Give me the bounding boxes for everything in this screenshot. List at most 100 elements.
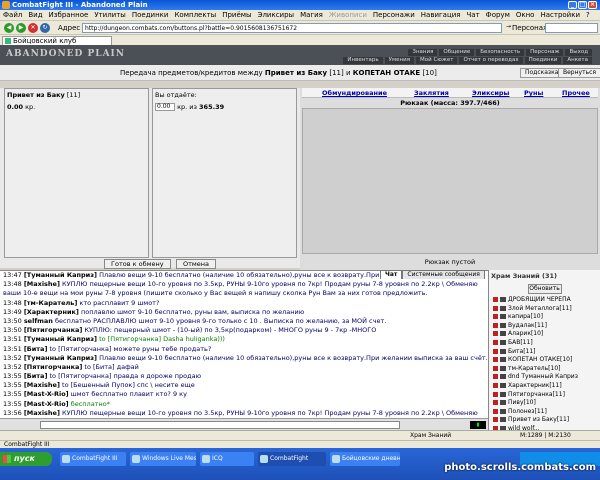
minimize-button[interactable]: _ <box>568 1 577 9</box>
go-button[interactable]: → <box>506 23 511 30</box>
menu-item[interactable]: Эликсиры <box>255 11 298 19</box>
maximize-button[interactable]: □ <box>578 1 587 9</box>
category-tab[interactable]: Прочее <box>562 89 590 97</box>
menu-item[interactable]: Форум <box>483 11 513 19</box>
user-item[interactable]: Полонез[11] <box>489 408 600 417</box>
menu-item[interactable]: Окно <box>513 11 538 19</box>
menu-item[interactable]: Вид <box>25 11 45 19</box>
game-menu-item[interactable]: Отчет о переводах <box>459 57 523 64</box>
chat-author[interactable]: [Maxishe] <box>24 409 60 417</box>
player2-name[interactable]: КОПЕТАН ОТАКЕ <box>353 69 420 77</box>
player1-name[interactable]: Привет из Баку <box>265 69 327 77</box>
menu-item[interactable]: Файл <box>0 11 25 19</box>
game-menu-item[interactable]: Поединки <box>524 57 562 64</box>
chat-author[interactable]: [Пятигорчанка] <box>24 326 83 334</box>
user-item[interactable]: dnd Туманный Каприз <box>489 373 600 382</box>
menu-item[interactable]: Комплекты <box>171 11 219 19</box>
user-item[interactable]: Вудалак[11] <box>489 322 600 331</box>
clan-icon <box>493 391 498 397</box>
chat-author[interactable]: [Maxishe] <box>24 280 60 288</box>
menu-item[interactable]: Утилиты <box>91 11 129 19</box>
refresh-users-button[interactable]: Обновить <box>527 284 562 294</box>
chat-author[interactable]: [Maxishe] <box>24 381 60 389</box>
user-item[interactable]: тм-Каратель[10] <box>489 365 600 374</box>
chat-author[interactable]: selfman <box>24 317 53 325</box>
chat-author[interactable]: [Характерник] <box>24 308 79 316</box>
user-item[interactable]: БАВ[11] <box>489 339 600 348</box>
money-input[interactable]: 0.00 <box>155 103 175 111</box>
category-tab[interactable]: Заклятия <box>414 89 449 97</box>
taskbar-task[interactable]: ICQ <box>200 452 254 466</box>
taskbar-task[interactable]: Бойцовские дневни... <box>330 452 400 466</box>
ready-button[interactable]: Готов к обмену <box>104 259 171 269</box>
menu-item[interactable]: Персонажи <box>370 11 418 19</box>
search-input[interactable] <box>545 23 598 33</box>
chat-author[interactable]: [Mast-X-Rio] <box>24 390 69 398</box>
user-name: КОПЕТАН ОТАКЕ[10] <box>508 356 573 364</box>
menu-item[interactable]: Живописи <box>326 11 370 19</box>
close-button[interactable]: × <box>588 1 597 9</box>
user-item[interactable]: Пиву[10] <box>489 399 600 408</box>
category-tab[interactable]: Эликсиры <box>472 89 509 97</box>
user-name: капира[10] <box>508 313 543 321</box>
menu-item[interactable]: Чат <box>464 11 483 19</box>
menu-item[interactable]: Магия <box>297 11 326 19</box>
back-icon[interactable]: ◀ <box>4 23 14 33</box>
chat-log[interactable]: 13:47 [Туманный Каприз] Плавлю вещи 9-10… <box>0 270 488 418</box>
chat-author[interactable]: [Туманный Каприз] <box>24 271 97 279</box>
chat-message: Плавлю вещи 9-10 бесплатно (наличие 10 о… <box>99 353 488 362</box>
menu-bar: Файл Вид Избранное Утилиты Поединки Комплекты… <box>0 10 600 20</box>
chat-time: 13:56 <box>3 408 22 417</box>
menu-item[interactable]: Приёмы <box>219 11 254 19</box>
stop-icon[interactable]: ✕ <box>28 23 38 33</box>
address-input[interactable] <box>82 23 502 33</box>
chat-author[interactable]: [Пятигорчанка] <box>24 363 83 371</box>
chat-author[interactable]: [Бита] <box>24 345 48 353</box>
clan-icon <box>493 400 498 406</box>
forward-icon[interactable]: ▶ <box>16 23 26 33</box>
refresh-icon[interactable]: ↻ <box>40 23 50 33</box>
category-tab[interactable]: Руны <box>524 89 543 97</box>
ie-window-tab[interactable]: CombatFight III <box>4 441 49 448</box>
start-button[interactable]: пуск <box>0 452 52 466</box>
menu-item[interactable]: ? <box>583 11 593 19</box>
chat-author[interactable]: [Туманный Каприз] <box>24 354 97 362</box>
taskbar-task[interactable]: Windows Live Messen... <box>130 452 196 466</box>
hint-button[interactable]: Подсказка <box>520 68 564 78</box>
game-menu-item[interactable]: Умения <box>384 57 415 64</box>
partner-offer: Привет из Баку [11] 0.00 кр. <box>4 88 149 258</box>
chat-message: шмот бесплатно плавит кто? 9 ку <box>70 390 187 399</box>
chat-line: 13:50 selfman бесплатно РАСПЛАВЛЮ шмот 9… <box>0 317 488 326</box>
user-item[interactable]: Бита[11] <box>489 348 600 357</box>
menu-item[interactable]: Избранное <box>46 11 92 19</box>
chat-author[interactable]: [Бита] <box>24 372 48 380</box>
user-item[interactable]: капира[10] <box>489 313 600 322</box>
game-menu-item[interactable]: Мой Сюжет <box>416 57 458 64</box>
chat-input[interactable] <box>40 421 400 429</box>
chat-author[interactable]: [Туманный Каприз] <box>24 335 97 343</box>
category-tab[interactable]: Обмундирование <box>322 89 387 97</box>
chat-tab[interactable]: Системные сообщения <box>402 270 485 279</box>
menu-item[interactable]: Настройки <box>537 11 583 19</box>
user-item[interactable]: КОПЕТАН ОТАКЕ[10] <box>489 356 600 365</box>
back-button[interactable]: Вернуться <box>558 68 600 78</box>
menu-item[interactable]: Навигация <box>418 11 464 19</box>
game-menu-item[interactable]: Анкета <box>563 57 592 64</box>
chat-message: бесплатно* <box>70 399 110 408</box>
taskbar-task[interactable]: CombatFight III <box>60 452 126 466</box>
user-item[interactable]: Привет из Баку[11] <box>489 416 600 425</box>
user-item[interactable]: Пятигорчанка[11] <box>489 391 600 400</box>
cancel-button[interactable]: Отмена <box>176 259 217 269</box>
chat-tab[interactable]: Чат <box>380 270 403 279</box>
user-item[interactable]: Характерник[11] <box>489 382 600 391</box>
menu-item[interactable]: Поединки <box>129 11 172 19</box>
chat-author[interactable]: [тм-Каратель] <box>24 299 78 307</box>
user-item[interactable]: Злой Металлога[11] <box>489 305 600 314</box>
taskbar-task[interactable]: CombatFight <box>258 452 326 466</box>
user-name: БАВ[11] <box>508 338 533 346</box>
user-item[interactable]: ДРОБЯЩИЙ ЧЕРЕПА <box>489 296 600 305</box>
chat-time: 13:55 <box>3 372 22 381</box>
user-item[interactable]: Аларик[10] <box>489 330 600 339</box>
game-menu-item[interactable]: Инвентарь <box>343 57 383 64</box>
chat-author[interactable]: [Mast-X-Rio] <box>24 400 69 408</box>
